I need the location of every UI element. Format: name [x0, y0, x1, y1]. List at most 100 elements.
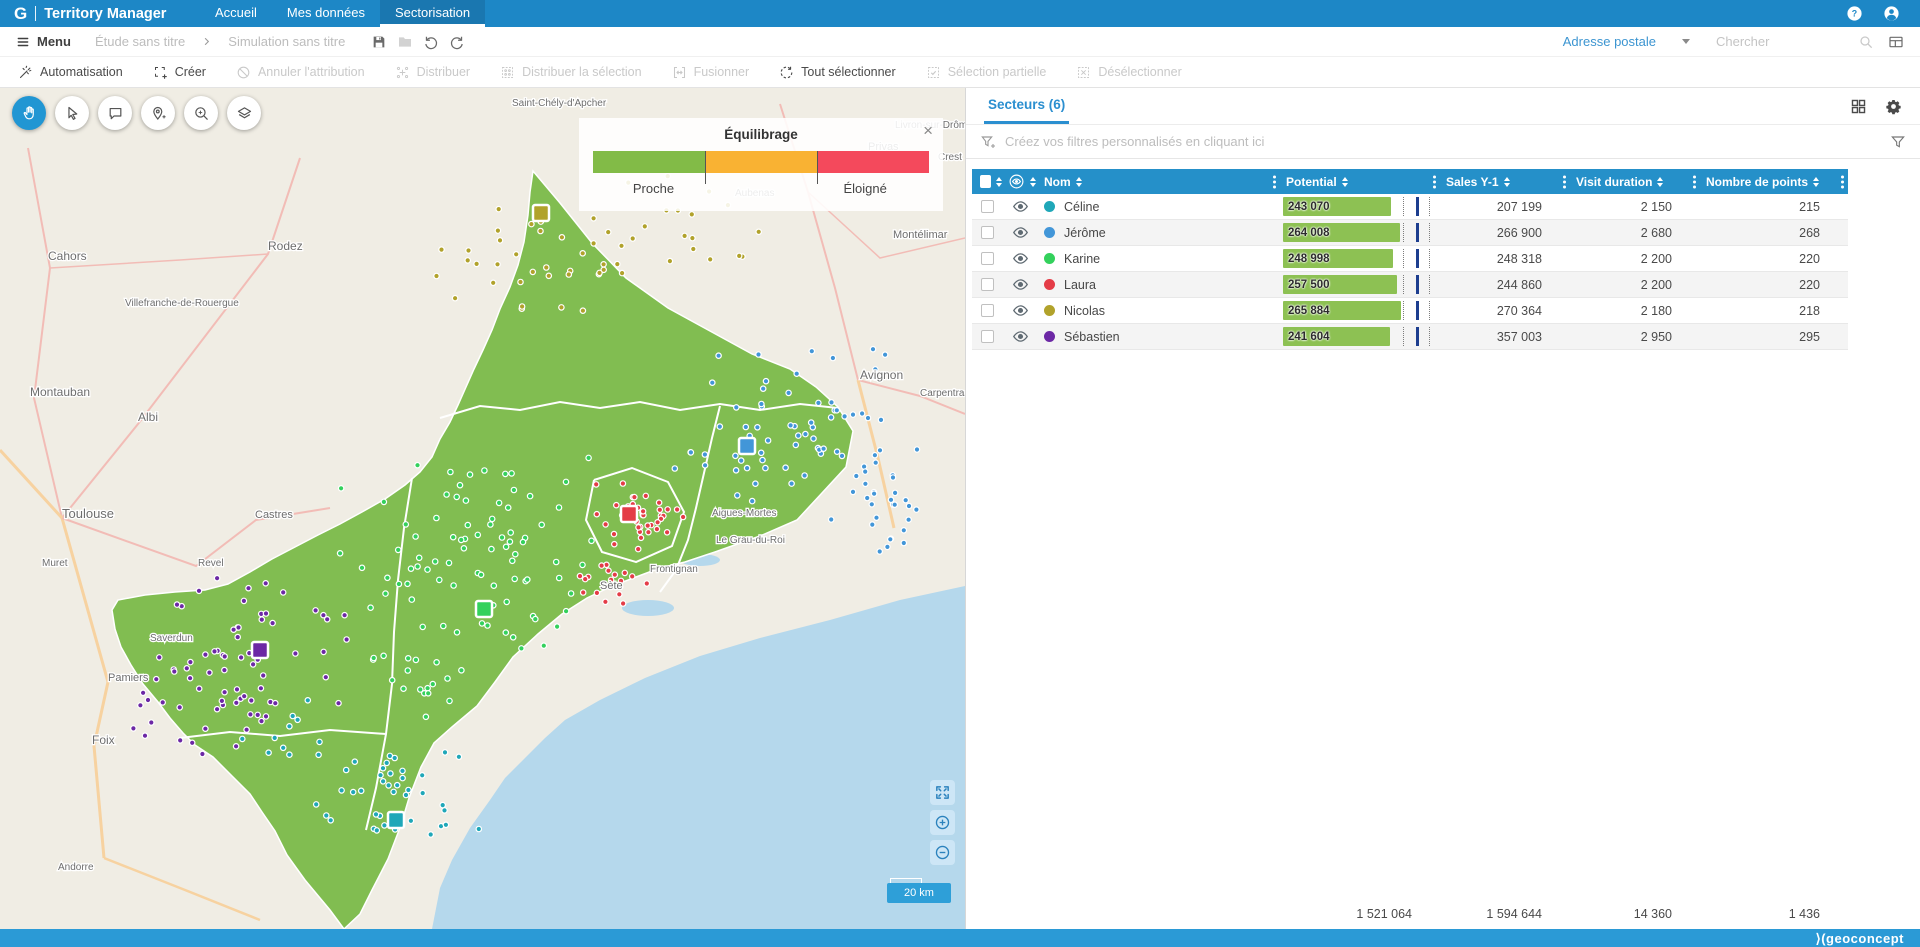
user-icon[interactable]: [1883, 5, 1900, 22]
column-menu-icon[interactable]: [1433, 175, 1436, 188]
row-checkbox[interactable]: [981, 252, 994, 265]
map-tool-pin[interactable]: [141, 96, 175, 130]
tab-accueil[interactable]: Accueil: [200, 0, 272, 27]
visibility-eye-icon[interactable]: [1012, 302, 1029, 319]
visibility-column-icon[interactable]: [1008, 173, 1025, 190]
map-tool-comment[interactable]: [98, 96, 132, 130]
row-checkbox[interactable]: [981, 200, 994, 213]
visibility-eye-icon[interactable]: [1012, 328, 1029, 345]
table-row[interactable]: Céline 243 070 207 199 2 150 215: [972, 194, 1848, 220]
map-drawing: Saint-Chély-d'ApcherPrivasAubenasCrestLi…: [0, 88, 965, 929]
gear-icon[interactable]: [1885, 98, 1902, 115]
layout-grid-icon[interactable]: [1888, 34, 1904, 50]
sales-value: 244 860: [1440, 278, 1570, 292]
map-tool-cursor[interactable]: [55, 96, 89, 130]
sort-points-icon[interactable]: [1813, 177, 1819, 187]
visibility-eye-icon[interactable]: [1012, 250, 1029, 267]
fullscreen-icon[interactable]: [930, 780, 955, 805]
potential-value: 243 070: [1288, 201, 1330, 213]
study-name[interactable]: Étude sans titre: [95, 34, 185, 49]
app-logo: G: [14, 4, 27, 24]
legend-label-proche: Proche: [633, 181, 674, 196]
visit-duration-value: 2 950: [1570, 330, 1700, 344]
filter-bar[interactable]: Créez vos filtres personnalisés en cliqu…: [966, 125, 1920, 159]
action-selection-partielle: Sélection partielle: [926, 65, 1047, 80]
table-row[interactable]: Sébastien 241 604 357 003 2 950 295: [972, 324, 1848, 350]
potential-marker-dotted: [1429, 275, 1430, 294]
menu-button[interactable]: Menu: [16, 34, 71, 49]
map-tool-layers[interactable]: [227, 96, 261, 130]
tab-mes-donnees[interactable]: Mes données: [272, 0, 380, 27]
save-icon[interactable]: [371, 34, 387, 50]
tab-sectorisation[interactable]: Sectorisation: [380, 0, 485, 27]
row-checkbox[interactable]: [981, 304, 994, 317]
potential-marker-dotted: [1403, 327, 1404, 346]
action-distribuer: Distribuer: [395, 65, 471, 80]
row-checkbox[interactable]: [981, 226, 994, 239]
filter-add-icon: [980, 134, 996, 150]
distribute-selection-icon: [500, 65, 515, 80]
map-label: Muret: [42, 558, 68, 569]
sector-name: Nicolas: [1064, 304, 1105, 318]
sort-visit-icon[interactable]: [1657, 177, 1663, 187]
column-menu-icon[interactable]: [1563, 175, 1566, 188]
table-row[interactable]: Karine 248 998 248 318 2 200 220: [972, 246, 1848, 272]
zoom-in-icon[interactable]: [930, 810, 955, 835]
sort-visibility-icon[interactable]: [1030, 177, 1036, 187]
potential-cell: 257 500: [1280, 272, 1440, 297]
help-icon[interactable]: ?: [1846, 5, 1863, 22]
search-icon[interactable]: [1858, 34, 1874, 50]
total-potential: 1 521 064: [1280, 907, 1440, 921]
action-creer[interactable]: Créer: [153, 65, 206, 80]
action-tout-selectionner[interactable]: Tout sélectionner: [779, 65, 896, 80]
map-label: Aigues-Mortes: [712, 508, 776, 519]
potential-cell: 248 998: [1280, 246, 1440, 271]
sort-sales-icon[interactable]: [1504, 177, 1510, 187]
close-icon[interactable]: ×: [923, 122, 933, 139]
col-header-sales[interactable]: Sales Y-1: [1446, 175, 1499, 189]
table-row[interactable]: Laura 257 500 244 860 2 200 220: [972, 272, 1848, 298]
sector-marker-karine: [476, 601, 492, 617]
potential-value: 264 008: [1288, 227, 1330, 239]
search-input[interactable]: [1716, 34, 1846, 49]
open-folder-icon[interactable]: [397, 34, 413, 50]
visibility-eye-icon[interactable]: [1012, 224, 1029, 241]
visibility-eye-icon[interactable]: [1012, 198, 1029, 215]
select-all-checkbox[interactable]: [980, 175, 991, 188]
potential-value: 265 884: [1288, 305, 1330, 317]
redo-icon[interactable]: [449, 34, 465, 50]
undo-icon[interactable]: [423, 34, 439, 50]
map-label: Albi: [138, 410, 158, 424]
column-menu-icon[interactable]: [1273, 175, 1276, 188]
col-header-nom[interactable]: Nom: [1044, 175, 1071, 189]
tab-secteurs[interactable]: Secteurs (6): [984, 88, 1069, 124]
column-menu-icon[interactable]: [1693, 175, 1696, 188]
table-row[interactable]: Jérôme 264 008 266 900 2 680 268: [972, 220, 1848, 246]
visibility-eye-icon[interactable]: [1012, 276, 1029, 293]
action-automatisation[interactable]: Automatisation: [18, 65, 123, 80]
row-checkbox[interactable]: [981, 278, 994, 291]
map-canvas[interactable]: Saint-Chély-d'ApcherPrivasAubenasCrestLi…: [0, 88, 965, 929]
map-label: Sète: [600, 580, 623, 592]
row-checkbox[interactable]: [981, 330, 994, 343]
table-row[interactable]: Nicolas 265 884 270 364 2 180 218: [972, 298, 1848, 324]
col-header-points[interactable]: Nombre de points: [1706, 175, 1808, 189]
create-icon: [153, 65, 168, 80]
simulation-name[interactable]: Simulation sans titre: [228, 34, 345, 49]
map-tool-hand[interactable]: [12, 96, 46, 130]
zoom-out-icon[interactable]: [930, 840, 955, 865]
col-header-potential[interactable]: Potential: [1286, 175, 1337, 189]
sort-nom-icon[interactable]: [1076, 177, 1082, 187]
sort-potential-icon[interactable]: [1342, 177, 1348, 187]
app-root: G Territory Manager AccueilMes donnéesSe…: [0, 0, 1920, 947]
column-menu-icon[interactable]: [1841, 175, 1844, 188]
potential-marker-target: [1416, 249, 1419, 268]
col-header-visit[interactable]: Visit duration: [1576, 175, 1652, 189]
cards-view-icon[interactable]: [1850, 98, 1867, 115]
select-partial-icon: [926, 65, 941, 80]
filter-icon[interactable]: [1890, 134, 1906, 150]
address-mode-select[interactable]: Adresse postale: [1563, 34, 1690, 49]
sector-color-dot: [1044, 227, 1055, 238]
sector-marker-laura: [621, 506, 637, 522]
map-tool-magnifier[interactable]: [184, 96, 218, 130]
